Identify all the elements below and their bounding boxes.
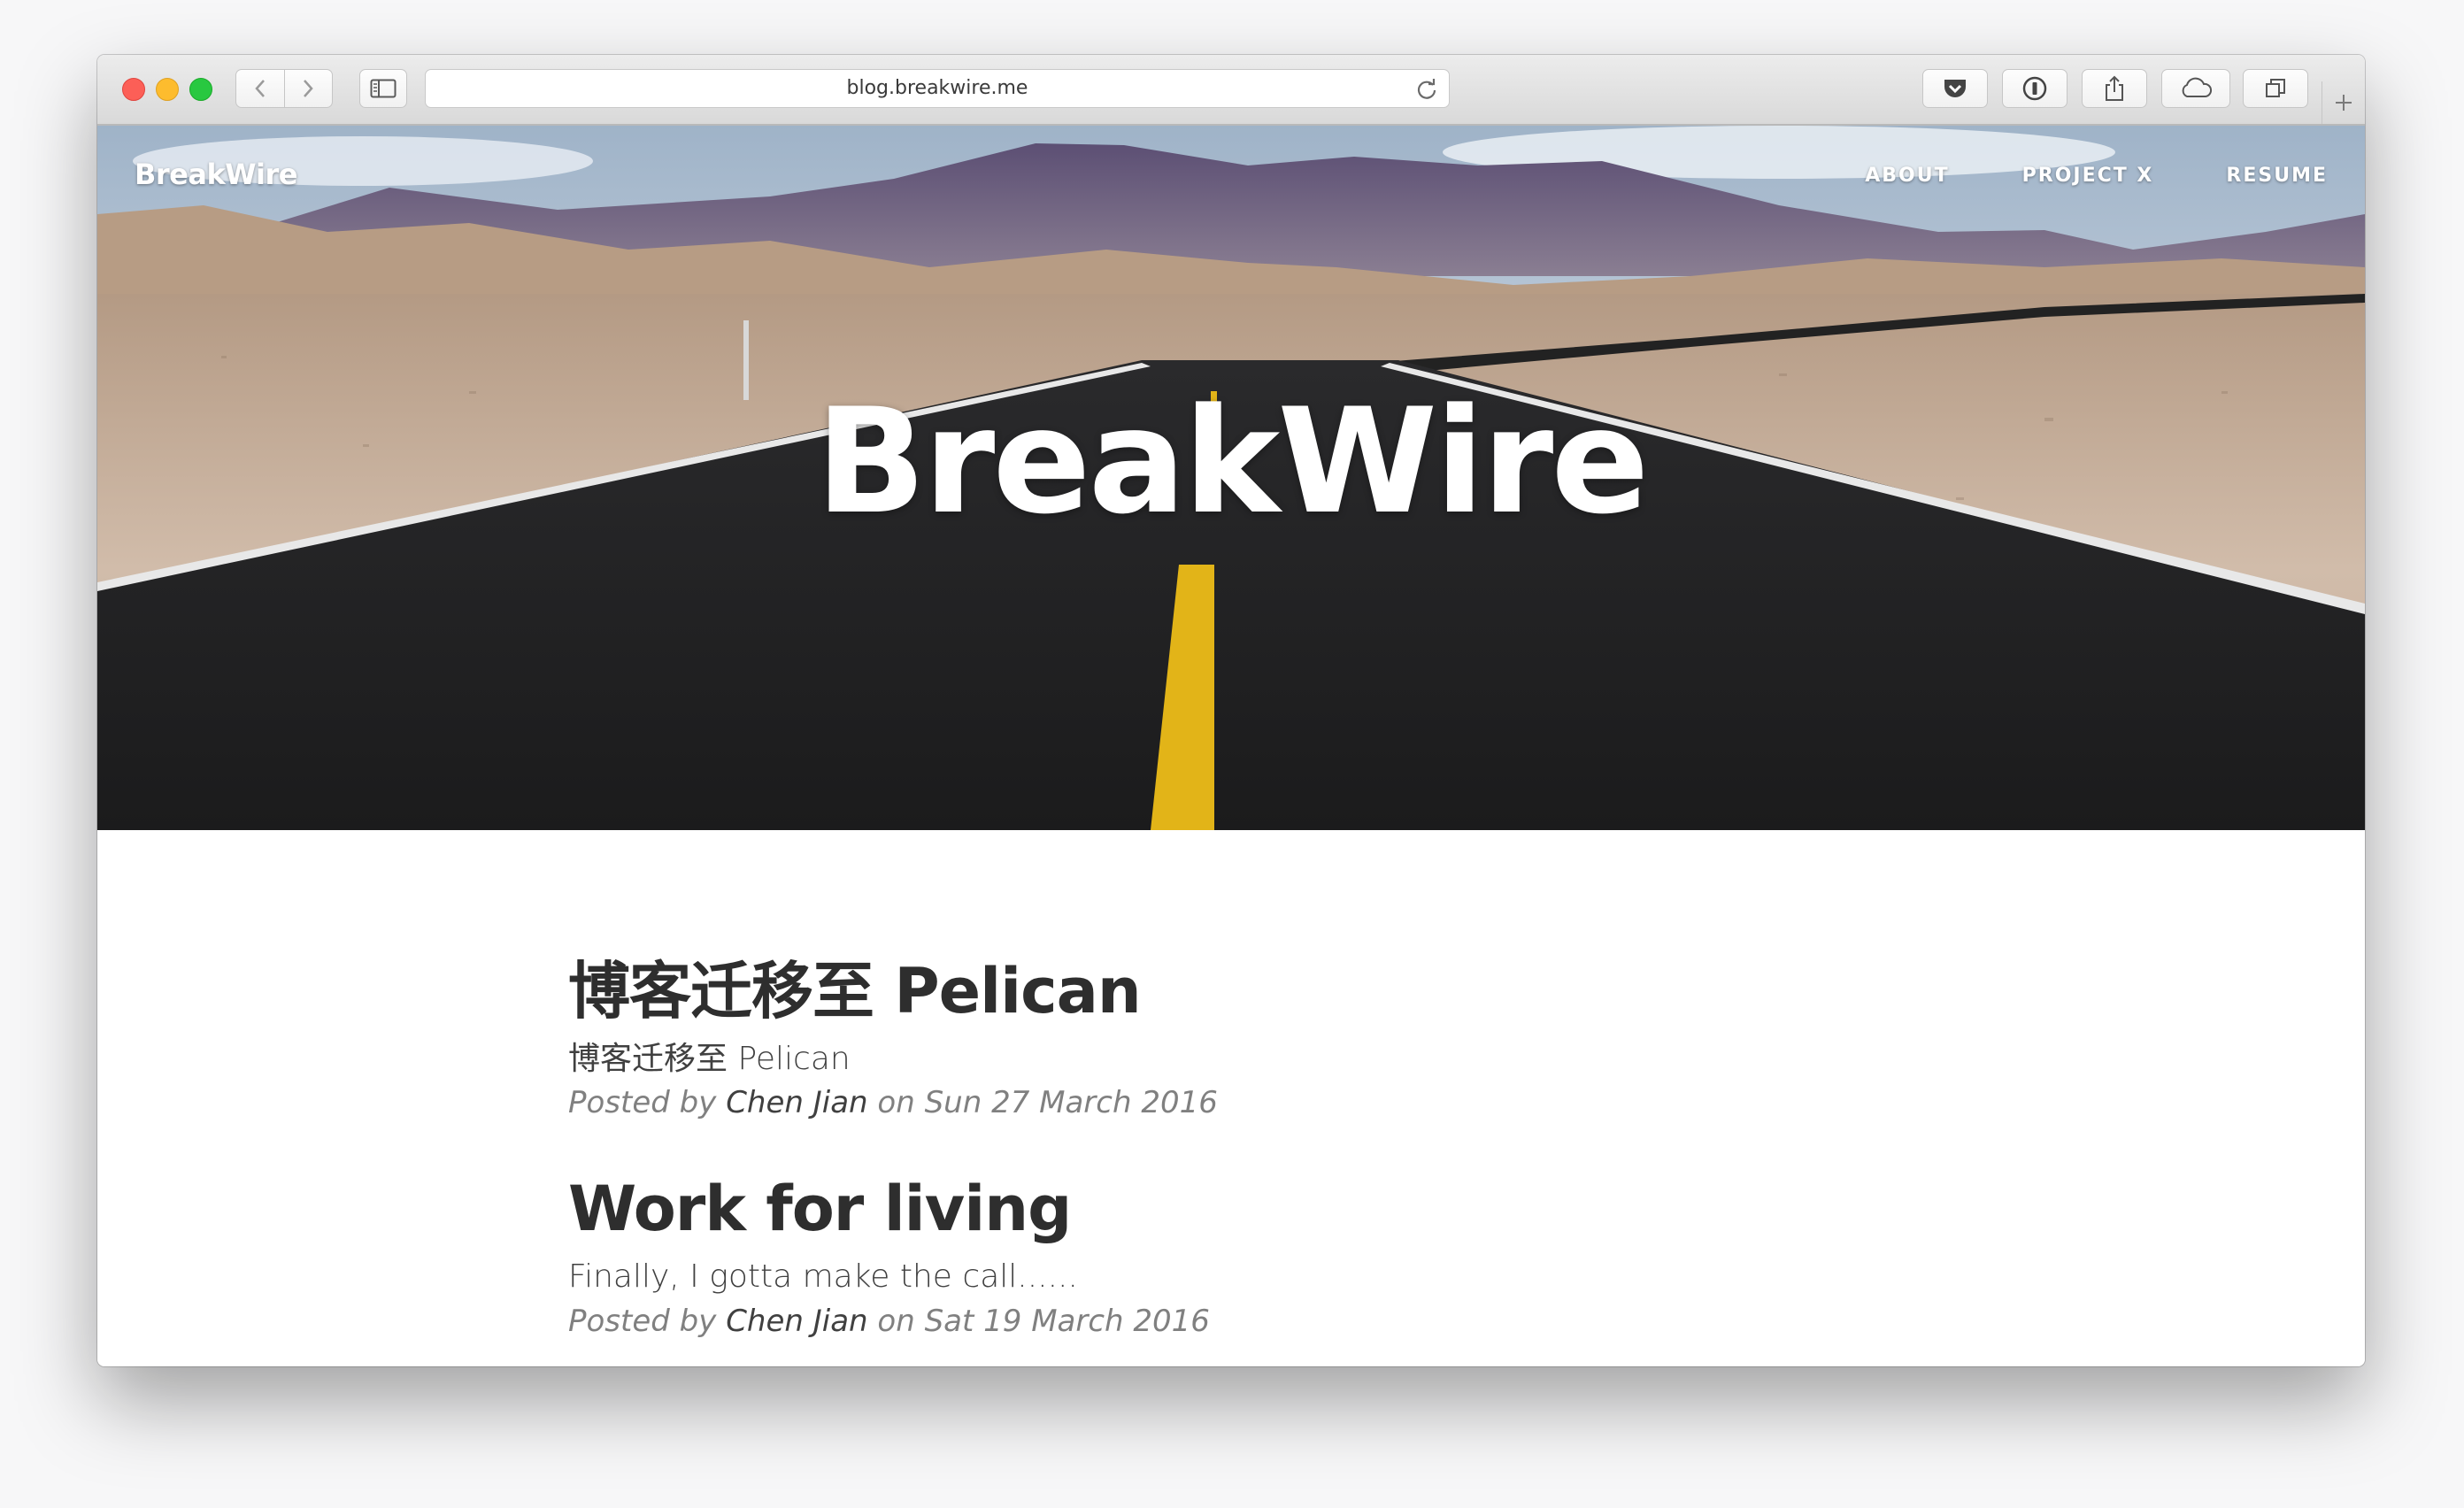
post-preview: 博客迁移至 Pelican 博客迁移至 Pelican Posted by Ch…	[568, 958, 1807, 1122]
hero-title: BreakWire	[815, 377, 1649, 546]
post-date: on Sat 19 March 2016	[877, 1303, 1210, 1339]
minimize-window-button[interactable]	[156, 78, 179, 101]
address-bar[interactable]: blog.breakwire.me	[425, 69, 1450, 108]
sidebar-icon	[370, 79, 397, 98]
share-icon	[2106, 75, 2123, 101]
sidebar-button[interactable]	[359, 69, 407, 108]
tab-overview-icon	[2266, 79, 2285, 97]
post-title-link[interactable]: 博客迁移至 Pelican	[568, 958, 1807, 1026]
forward-button[interactable]	[283, 70, 333, 107]
nav-link-resume[interactable]: RESUME	[2226, 165, 2328, 187]
post-author-link[interactable]: Chen Jian	[726, 1085, 867, 1120]
close-window-button[interactable]	[122, 78, 145, 101]
password-manager-button[interactable]	[2002, 69, 2067, 108]
posted-by-label: Posted by	[568, 1085, 717, 1121]
post-date: on Sun 27 March 2016	[877, 1085, 1218, 1121]
icloud-tabs-button[interactable]	[2161, 69, 2230, 108]
pocket-button[interactable]	[1922, 69, 1988, 108]
url-text: blog.breakwire.me	[846, 77, 1028, 99]
browser-toolbar: blog.breakwire.me	[97, 55, 2365, 126]
zoom-window-button[interactable]	[189, 78, 212, 101]
post-subtitle: Finally, I gotta make the call......	[568, 1258, 1078, 1296]
post-list: 博客迁移至 Pelican 博客迁移至 Pelican Posted by Ch…	[568, 958, 1807, 1366]
chevron-left-icon	[255, 80, 265, 97]
reload-icon[interactable]	[1415, 78, 1438, 101]
new-tab-button[interactable]	[2322, 81, 2365, 124]
post-subtitle: 博客迁移至 Pelican	[568, 1041, 851, 1077]
posted-by-label: Posted by	[568, 1303, 717, 1339]
site-nav: ABOUT PROJECT X RESUME	[1865, 165, 2328, 187]
tab-overview-button[interactable]	[2243, 69, 2308, 108]
site-brand-link[interactable]: BreakWire	[135, 158, 298, 191]
post-meta: Posted by Chen Jian on Sun 27 March 2016	[568, 1083, 1807, 1122]
browser-window: blog.breakwire.me BreakWire ABOUT PROJEC…	[97, 55, 2365, 1366]
cloud-icon	[2182, 77, 2213, 97]
post-preview: Work for living Finally, I gotta make th…	[568, 1175, 1807, 1340]
nav-link-about[interactable]: ABOUT	[1865, 165, 1949, 187]
1password-icon	[2022, 76, 2047, 101]
nav-link-project-x[interactable]: PROJECT X	[2022, 165, 2154, 187]
chevron-right-icon	[304, 80, 313, 97]
pocket-icon	[1944, 80, 1966, 97]
post-title-link[interactable]: Work for living	[568, 1175, 1807, 1243]
back-button[interactable]	[236, 70, 284, 107]
share-button[interactable]	[2082, 69, 2147, 108]
hero-header: BreakWire ABOUT PROJECT X RESUME BreakWi…	[97, 126, 2365, 830]
history-nav	[235, 69, 333, 108]
post-meta: Posted by Chen Jian on Sat 19 March 2016	[568, 1302, 1807, 1341]
post-author-link[interactable]: Chen Jian	[726, 1304, 867, 1339]
web-page: BreakWire ABOUT PROJECT X RESUME BreakWi…	[97, 126, 2365, 1366]
plus-icon	[2336, 95, 2352, 111]
